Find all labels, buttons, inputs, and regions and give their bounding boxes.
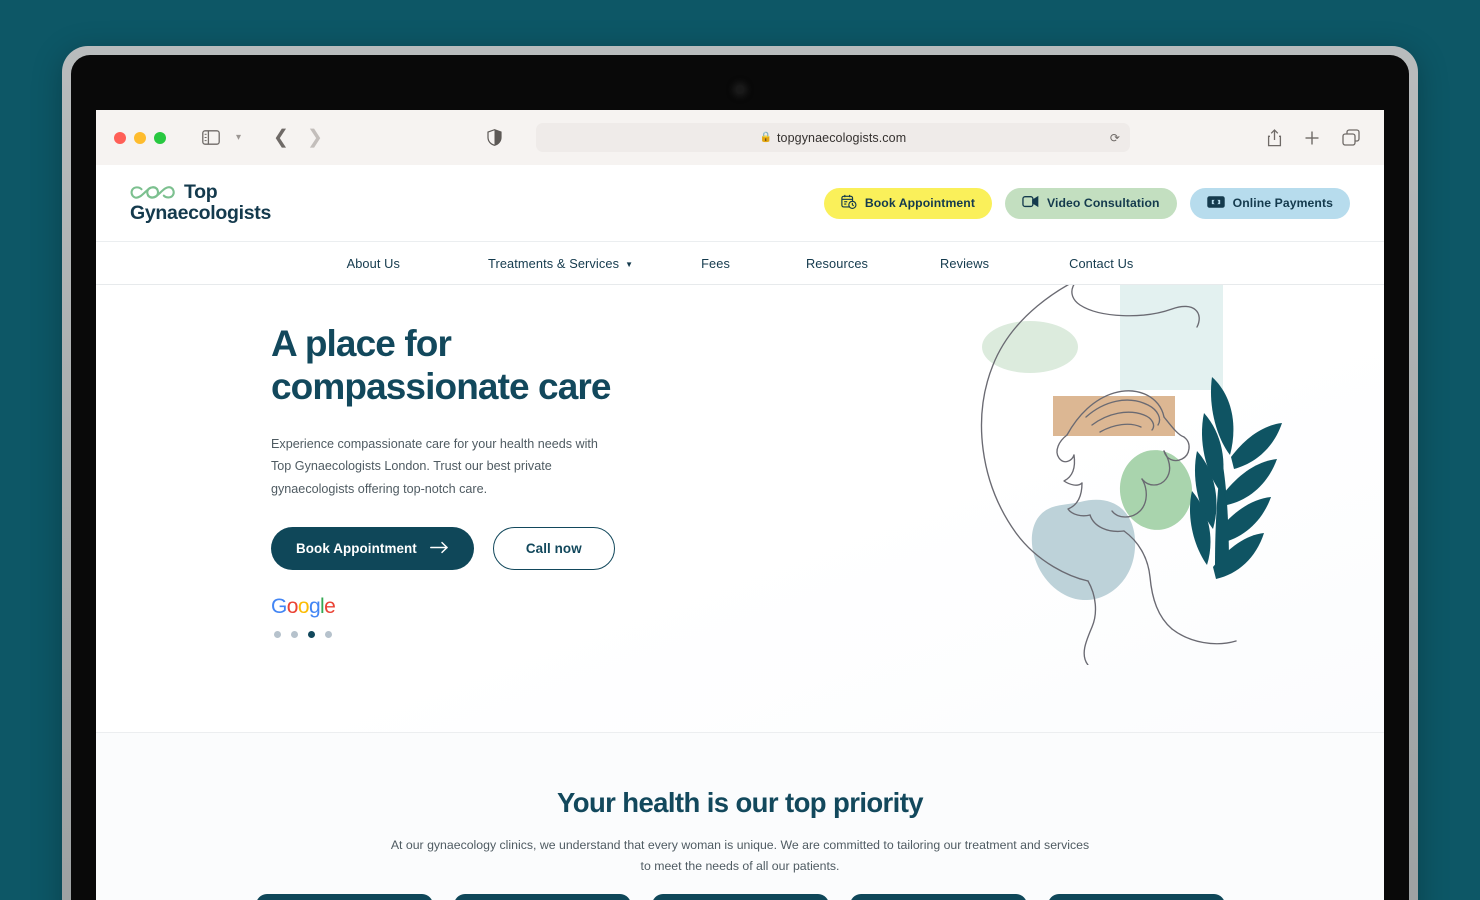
close-window-button[interactable] bbox=[114, 131, 126, 144]
hero-heading-line-2: compassionate care bbox=[271, 366, 611, 408]
service-card[interactable] bbox=[651, 894, 829, 900]
service-card[interactable] bbox=[453, 894, 631, 900]
service-card[interactable] bbox=[1047, 894, 1225, 900]
priority-paragraph: At our gynaecology clinics, we understan… bbox=[390, 838, 1090, 873]
nav-item-about-us[interactable]: About Us bbox=[347, 256, 400, 271]
google-logo: Google bbox=[271, 596, 691, 617]
minimize-window-button[interactable] bbox=[134, 131, 146, 144]
nav-label-fees: Fees bbox=[701, 255, 730, 271]
book-appointment-pill[interactable]: Book Appointment bbox=[823, 187, 992, 219]
hero-section: A place for compassionate care Experienc… bbox=[96, 285, 1384, 732]
infinity-loop-icon bbox=[130, 185, 180, 206]
video-camera-icon bbox=[1022, 194, 1039, 212]
google-reviews-widget: Google bbox=[271, 596, 691, 639]
priority-section: Your health is our top priority At our g… bbox=[96, 733, 1384, 900]
arrow-right-icon bbox=[429, 541, 449, 557]
carousel-dot-1[interactable] bbox=[274, 631, 281, 639]
priority-heading: Your health is our top priority bbox=[557, 787, 924, 818]
shape-green-blob bbox=[982, 321, 1078, 373]
video-consultation-pill[interactable]: Video Consultation bbox=[1004, 187, 1177, 219]
calendar-clock-icon bbox=[841, 194, 857, 213]
carousel-dots bbox=[271, 631, 691, 639]
google-letter-o2: o bbox=[297, 595, 310, 619]
logo-line-2: Gynaecologists bbox=[130, 202, 272, 224]
browser-toolbar: ▾ ❮ ❯ 🔒 topgynaecologists.com ⟳ bbox=[96, 110, 1384, 165]
site-navigation: About Us Treatments & Services ▼ Fees Re… bbox=[96, 241, 1384, 285]
hero-copy: A place for compassionate care Experienc… bbox=[271, 322, 691, 639]
service-card[interactable] bbox=[849, 894, 1027, 900]
service-cards-row bbox=[96, 894, 1384, 900]
banknote-icon bbox=[1206, 195, 1225, 212]
shape-mint-square bbox=[1120, 285, 1223, 390]
share-icon[interactable] bbox=[1267, 128, 1282, 147]
header-cta-group: Book Appointment Video Consultation Onli… bbox=[823, 187, 1350, 219]
nav-label-treatments-services: Treatments & Services bbox=[488, 255, 620, 271]
site-header: Top Gynaecologists Book Appointment Vide… bbox=[96, 165, 1384, 241]
nav-item-fees[interactable]: Fees bbox=[701, 256, 730, 271]
carousel-dot-2[interactable] bbox=[291, 631, 298, 639]
maximize-window-button[interactable] bbox=[154, 131, 166, 144]
reload-icon[interactable]: ⟳ bbox=[1110, 131, 1120, 145]
nav-item-treatments-services[interactable]: Treatments & Services ▼ bbox=[488, 256, 633, 271]
sidebar-icon[interactable] bbox=[202, 130, 220, 145]
laptop-screen: ▾ ❮ ❯ 🔒 topgynaecologists.com ⟳ Top Gyna… bbox=[71, 55, 1409, 900]
book-appointment-button[interactable]: Book Appointment bbox=[271, 527, 474, 571]
nav-label-about-us: About Us bbox=[346, 255, 401, 271]
chevron-down-icon[interactable]: ▾ bbox=[236, 132, 241, 143]
hero-paragraph: Experience compassionate care for your h… bbox=[271, 436, 598, 496]
call-now-button-label: Call now bbox=[525, 541, 582, 557]
online-payments-pill[interactable]: Online Payments bbox=[1189, 187, 1350, 219]
nav-label-resources: Resources bbox=[805, 255, 869, 271]
browser-navigation[interactable]: ❮ ❯ bbox=[273, 128, 323, 147]
google-letter-g1: G bbox=[271, 595, 287, 619]
nav-item-reviews[interactable]: Reviews bbox=[940, 256, 989, 271]
url-text: topgynaecologists.com bbox=[776, 130, 907, 145]
google-letter-g2: g bbox=[308, 595, 321, 619]
chevron-down-icon: ▼ bbox=[625, 259, 634, 269]
forward-icon[interactable]: ❯ bbox=[307, 128, 323, 147]
nav-label-contact-us: Contact Us bbox=[1069, 255, 1134, 271]
call-now-button[interactable]: Call now bbox=[492, 527, 615, 571]
address-bar[interactable]: 🔒 topgynaecologists.com ⟳ bbox=[535, 123, 1130, 152]
shape-blue-blob bbox=[1031, 499, 1136, 601]
google-letter-e: e bbox=[324, 595, 336, 619]
service-card[interactable] bbox=[255, 894, 433, 900]
book-appointment-pill-label: Book Appointment bbox=[864, 196, 975, 210]
hero-cta-group: Book Appointment Call now bbox=[271, 527, 691, 571]
window-traffic-lights[interactable] bbox=[114, 131, 166, 144]
leaf-icon bbox=[1189, 377, 1282, 579]
privacy-shield-icon[interactable] bbox=[487, 129, 502, 146]
nav-item-contact-us[interactable]: Contact Us bbox=[1069, 256, 1133, 271]
nav-label-reviews: Reviews bbox=[940, 255, 990, 271]
book-appointment-button-label: Book Appointment bbox=[296, 541, 417, 557]
video-consultation-pill-label: Video Consultation bbox=[1046, 196, 1160, 210]
laptop-frame: ▾ ❮ ❯ 🔒 topgynaecologists.com ⟳ Top Gyna… bbox=[62, 46, 1418, 900]
lock-icon: 🔒 bbox=[759, 132, 772, 143]
google-letter-o1: o bbox=[286, 595, 299, 619]
hero-heading: A place for compassionate care bbox=[271, 322, 691, 409]
plus-icon[interactable] bbox=[1304, 130, 1320, 146]
online-payments-pill-label: Online Payments bbox=[1232, 196, 1333, 210]
back-icon[interactable]: ❮ bbox=[273, 128, 289, 147]
hero-heading-line-1: A place for bbox=[271, 323, 452, 364]
browser-actions bbox=[1267, 128, 1366, 147]
hero-illustration bbox=[968, 285, 1298, 666]
nav-item-resources[interactable]: Resources bbox=[806, 256, 868, 271]
browser-viewport: ▾ ❮ ❯ 🔒 topgynaecologists.com ⟳ Top Gyna… bbox=[96, 110, 1384, 900]
carousel-dot-3[interactable] bbox=[308, 631, 315, 639]
carousel-dot-4[interactable] bbox=[325, 631, 332, 639]
tab-overview-icon[interactable] bbox=[1342, 129, 1360, 146]
webcam-icon bbox=[735, 85, 745, 94]
